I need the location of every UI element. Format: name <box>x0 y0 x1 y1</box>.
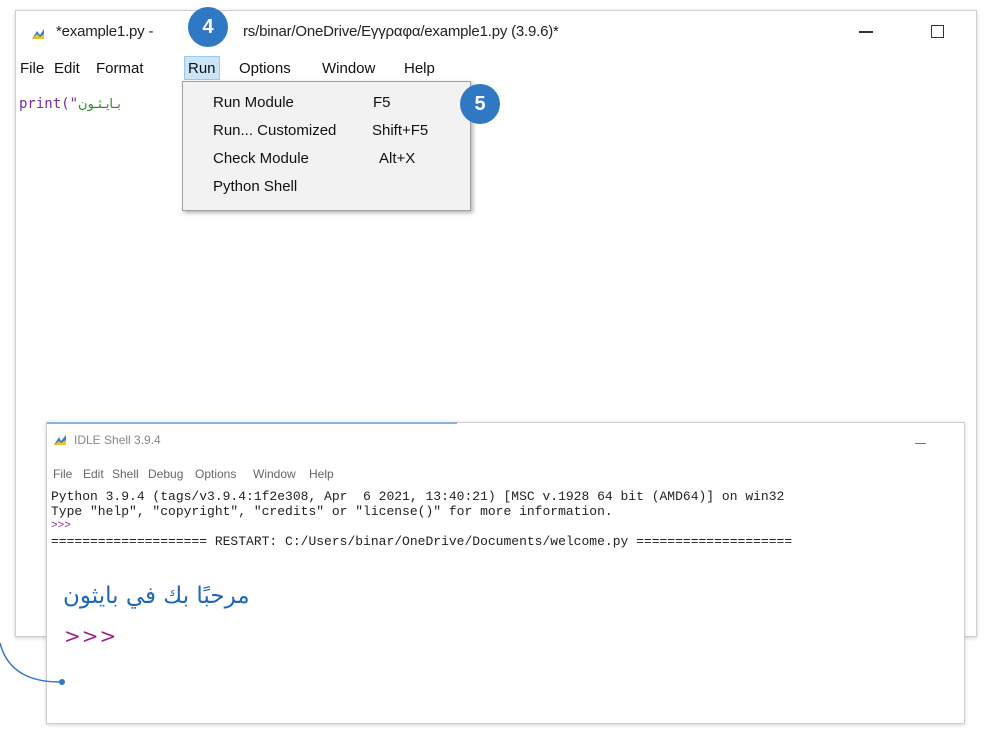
run-dropdown-menu: Run Module F5 Run... Customized Shift+F5… <box>182 81 471 211</box>
shell-menu-debug[interactable]: Debug <box>148 467 183 481</box>
shell-menu-window[interactable]: Window <box>253 467 296 481</box>
menu-item-label: Run Module <box>213 94 294 111</box>
menu-help[interactable]: Help <box>404 60 435 77</box>
console-banner-line: Python 3.9.4 (tags/v3.9.4:1f2e308, Apr 6… <box>51 489 785 504</box>
code-editor-line[interactable]: print("بـايـثـون <box>19 96 121 112</box>
menu-item-run-customized[interactable]: Run... Customized <box>213 122 336 146</box>
shell-titlebar: IDLE Shell 3.9.4 <box>47 423 964 457</box>
minimize-button[interactable] <box>859 31 873 33</box>
menu-item-check-module[interactable]: Check Module <box>213 150 309 174</box>
shell-menubar: File Edit Shell Debug Options Window Hel… <box>47 457 964 481</box>
minimize-button[interactable] <box>915 443 926 444</box>
shell-console[interactable]: Python 3.9.4 (tags/v3.9.4:1f2e308, Apr 6… <box>51 489 960 549</box>
console-info-line: Type "help", "copyright", "credits" or "… <box>51 504 613 519</box>
shell-menu-edit[interactable]: Edit <box>83 467 104 481</box>
menu-run[interactable]: Run <box>184 56 220 80</box>
menu-format[interactable]: Format <box>96 60 144 77</box>
menu-item-label: Python Shell <box>213 178 298 195</box>
maximize-button[interactable] <box>931 25 944 38</box>
menu-edit[interactable]: Edit <box>54 60 80 77</box>
menu-item-python-shell[interactable]: Python Shell <box>213 178 297 202</box>
console-prompt: >>> <box>51 520 71 532</box>
step-4-badge: 4 <box>188 7 228 47</box>
menu-file[interactable]: File <box>20 60 44 77</box>
menu-window[interactable]: Window <box>322 60 375 77</box>
editor-title-path: rs/binar/OneDrive/Εγγραφα/example1.py (3… <box>243 23 559 40</box>
menu-item-shortcut: F5 <box>373 94 391 111</box>
code-keyword: print <box>19 96 62 112</box>
python-idle-icon <box>54 435 66 445</box>
editor-titlebar: *example1.py - rs/binar/OneDrive/Εγγραφα… <box>16 11 976 56</box>
menu-item-shortcut: Shift+F5 <box>372 122 429 139</box>
editor-title-filename: *example1.py - <box>56 23 154 40</box>
python-idle-icon <box>30 26 46 42</box>
editor-menubar: File Edit Format Run Options Window Help <box>16 56 976 82</box>
menu-item-shortcut: Alt+X <box>379 150 416 167</box>
menu-item-label: Run... Customized <box>213 122 337 139</box>
code-open-paren: (" <box>61 96 79 112</box>
program-output: مرحبًا بك في بايثون <box>63 583 250 609</box>
code-string: بـايـثـون <box>78 97 121 112</box>
idle-shell-window: IDLE Shell 3.9.4 File Edit Shell Debug O… <box>46 422 965 724</box>
shell-menu-shell[interactable]: Shell <box>112 467 139 481</box>
shell-menu-file[interactable]: File <box>53 467 72 481</box>
step-5-badge: 5 <box>460 84 500 124</box>
menu-item-run-module[interactable]: Run Module <box>213 94 294 118</box>
menu-item-label: Check Module <box>213 150 309 167</box>
shell-title: IDLE Shell 3.9.4 <box>74 433 161 447</box>
console-restart-line: ==================== RESTART: C:/Users/b… <box>51 534 793 549</box>
shell-menu-help[interactable]: Help <box>309 467 334 481</box>
callout-connector <box>0 642 65 685</box>
shell-menu-options[interactable]: Options <box>195 467 236 481</box>
menu-options[interactable]: Options <box>239 60 291 77</box>
